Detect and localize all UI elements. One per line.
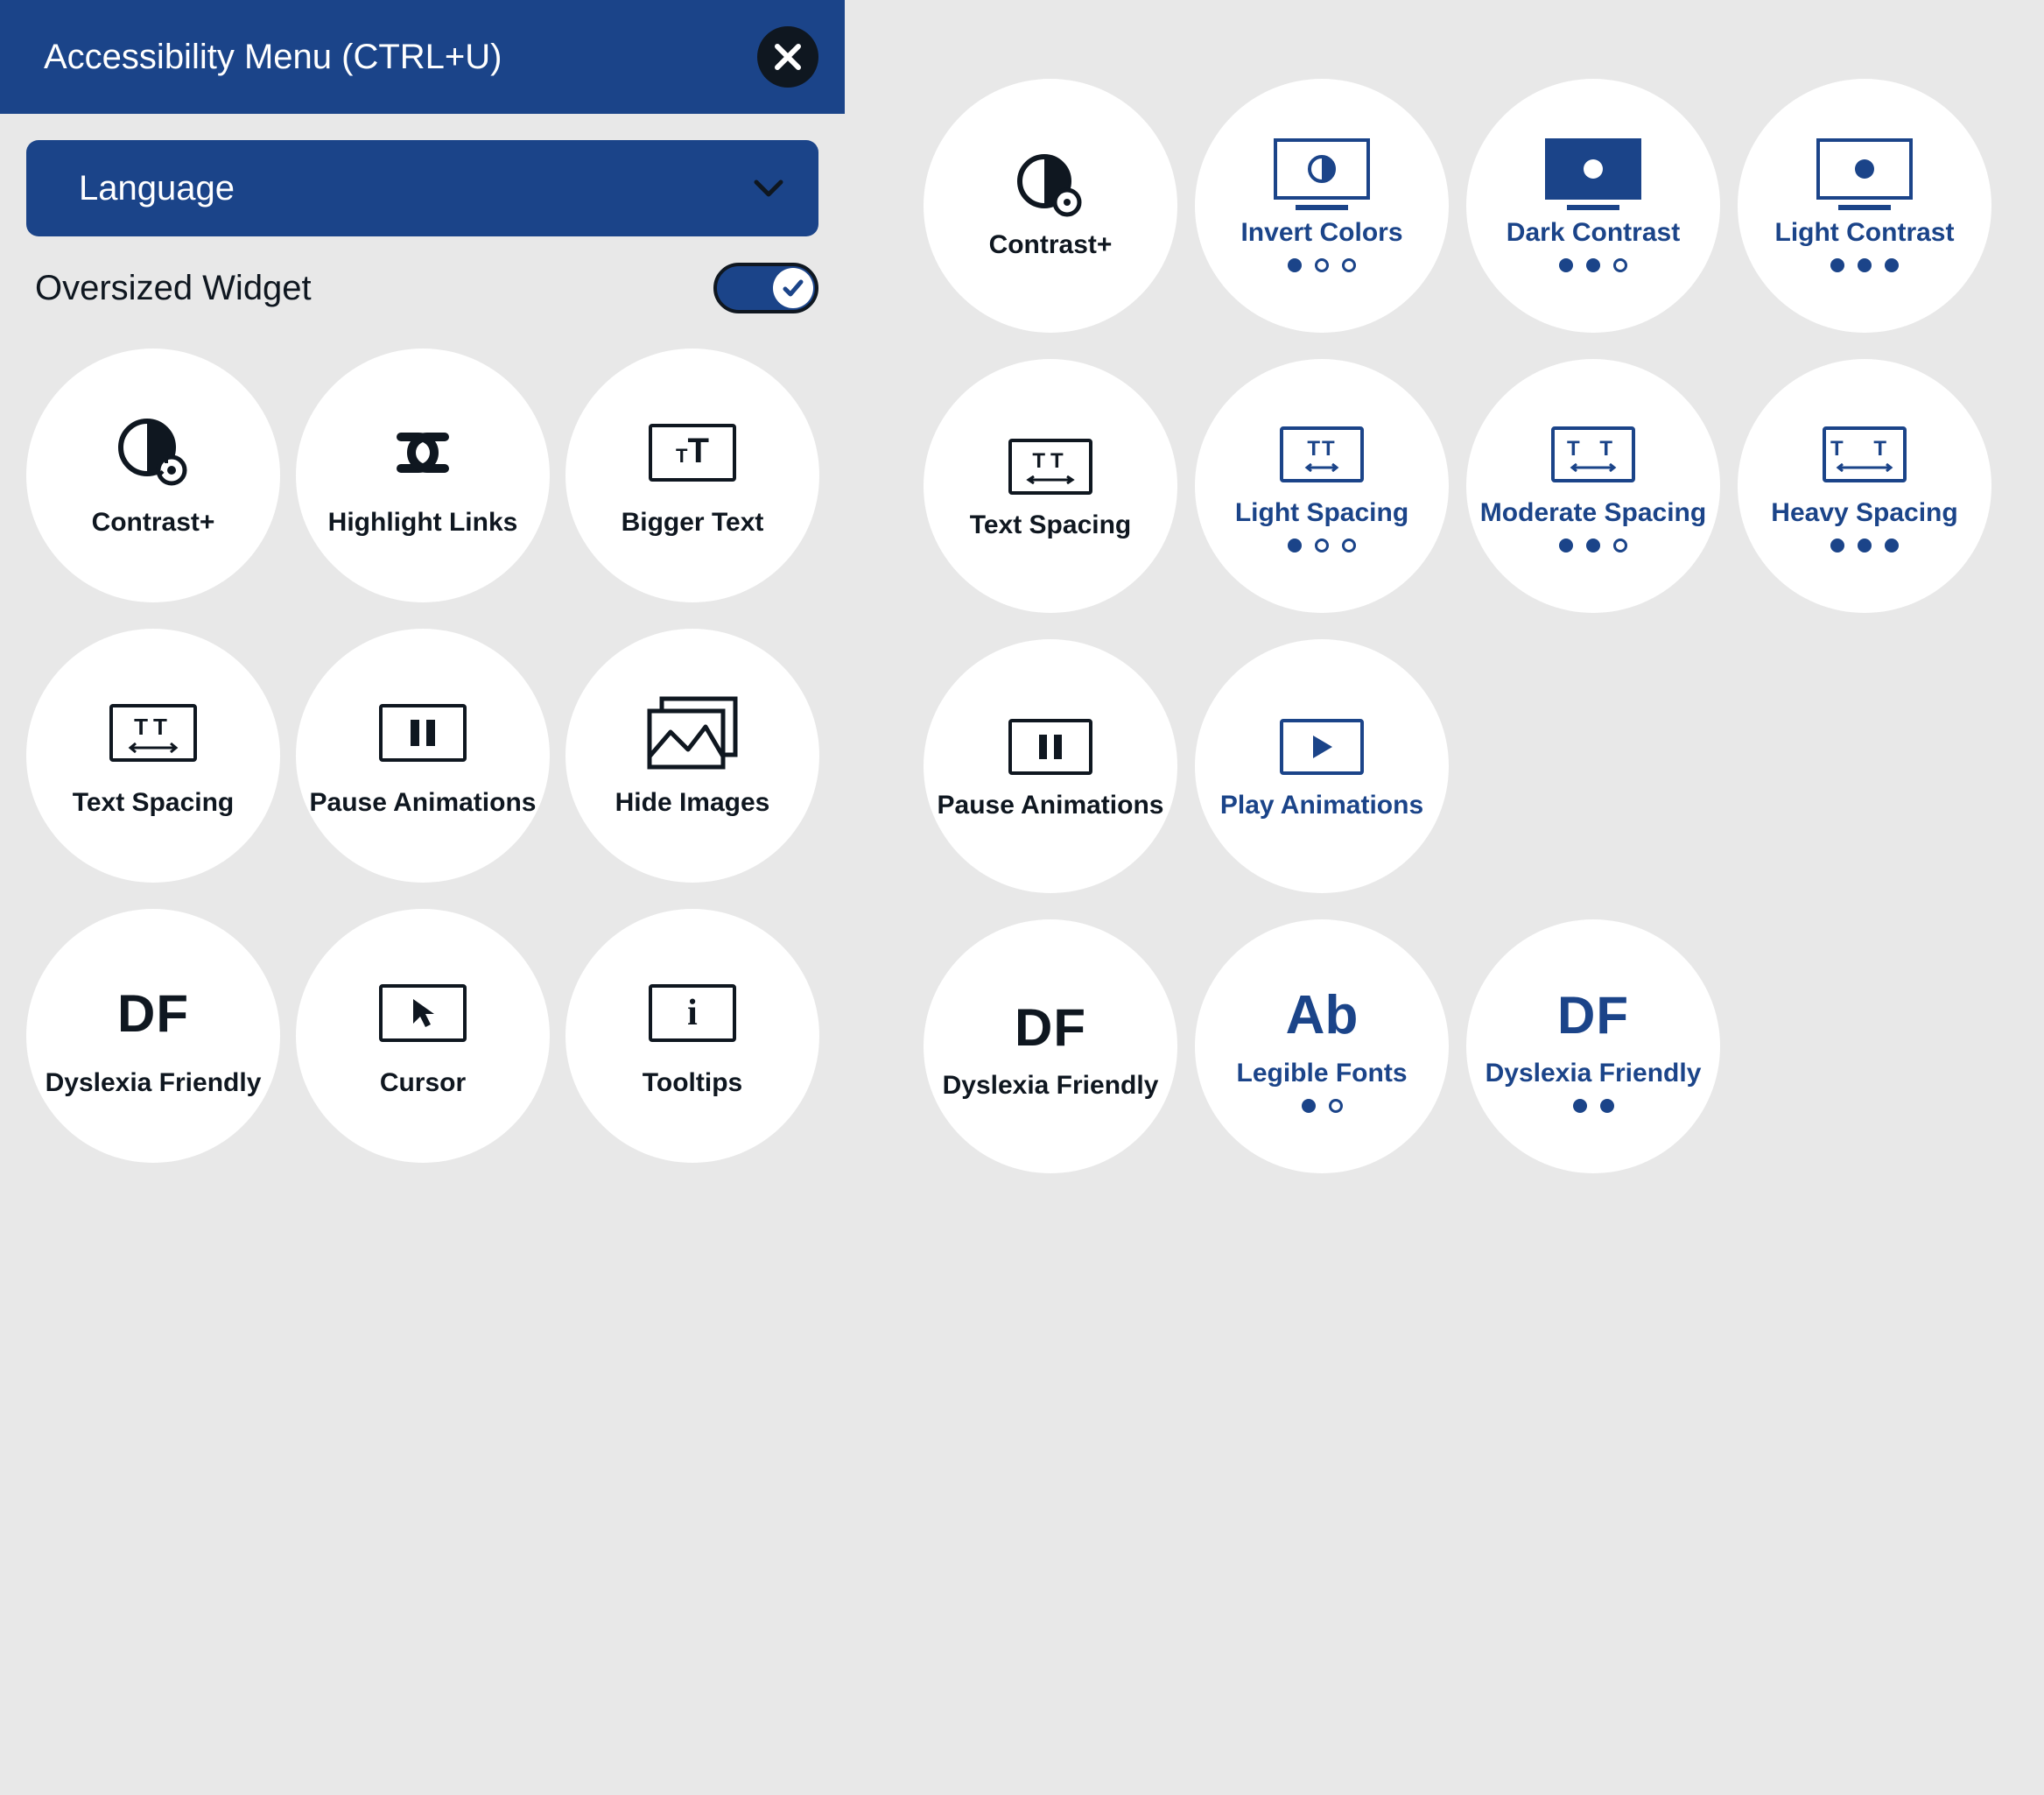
level-dots bbox=[1288, 258, 1356, 272]
option-contrast[interactable]: Contrast+ bbox=[26, 348, 280, 602]
bigger-text-icon: TT bbox=[649, 413, 736, 492]
panel-title: Accessibility Menu (CTRL+U) bbox=[44, 38, 502, 77]
language-dropdown[interactable]: Language bbox=[26, 140, 818, 236]
monitor-light-icon bbox=[1816, 139, 1913, 209]
lead-label: Pause Animations bbox=[938, 791, 1164, 820]
option-label: Light Spacing bbox=[1235, 498, 1408, 528]
option-moderate-spacing[interactable]: T T Moderate Spacing bbox=[1466, 359, 1720, 613]
dyslexia-icon: DF bbox=[117, 974, 189, 1052]
option-bigger-text[interactable]: TT Bigger Text bbox=[565, 348, 819, 602]
check-icon bbox=[781, 276, 805, 300]
animations-row: Pause Animations Play Animations bbox=[924, 639, 2009, 893]
expanded-options-panel: Contrast+ Invert Colors Dark Contrast Li… bbox=[845, 0, 2044, 1224]
dyslexia-icon: DF bbox=[1557, 980, 1629, 1050]
option-pause-animations[interactable]: Pause Animations bbox=[296, 629, 550, 883]
option-play-animations[interactable]: Play Animations bbox=[1195, 639, 1449, 893]
option-label: Heavy Spacing bbox=[1771, 498, 1957, 528]
level-dots bbox=[1302, 1099, 1343, 1113]
level-dots bbox=[1288, 538, 1356, 553]
monitor-invert-icon bbox=[1274, 139, 1370, 209]
monitor-dark-icon bbox=[1545, 139, 1641, 209]
lead-label: Dyslexia Friendly bbox=[943, 1071, 1159, 1101]
legible-fonts-icon: Ab bbox=[1286, 980, 1359, 1050]
option-label: Dark Contrast bbox=[1507, 218, 1680, 248]
option-dark-contrast[interactable]: Dark Contrast bbox=[1466, 79, 1720, 333]
language-row: Language bbox=[0, 114, 845, 236]
dyslexia-icon: DF bbox=[1015, 992, 1086, 1062]
text-spacing-row: TT Text Spacing TT Light Spacing T T bbox=[924, 359, 2009, 613]
option-label: Contrast+ bbox=[92, 508, 215, 538]
lead-pause-animations[interactable]: Pause Animations bbox=[924, 639, 1177, 893]
option-label: Text Spacing bbox=[73, 788, 234, 818]
contrast-row: Contrast+ Invert Colors Dark Contrast Li… bbox=[924, 79, 2009, 333]
option-heavy-spacing[interactable]: T T Heavy Spacing bbox=[1738, 359, 1991, 613]
text-spacing-icon: TT bbox=[109, 693, 197, 772]
close-icon bbox=[772, 41, 804, 73]
option-label: Dyslexia Friendly bbox=[1486, 1059, 1702, 1088]
cursor-icon bbox=[379, 974, 467, 1052]
spacing-heavy-icon: T T bbox=[1823, 419, 1907, 489]
dyslexia-row: DF Dyslexia Friendly Ab Legible Fonts DF… bbox=[924, 919, 2009, 1173]
tooltip-icon: i bbox=[649, 974, 736, 1052]
link-icon bbox=[375, 413, 471, 492]
option-label: Legible Fonts bbox=[1237, 1059, 1408, 1088]
spacing-light-icon: TT bbox=[1280, 419, 1364, 489]
option-label: Invert Colors bbox=[1240, 218, 1402, 248]
level-dots bbox=[1559, 258, 1627, 272]
toggle-knob bbox=[773, 268, 813, 308]
lead-contrast[interactable]: Contrast+ bbox=[924, 79, 1177, 333]
option-label: Hide Images bbox=[615, 788, 770, 818]
close-button[interactable] bbox=[757, 26, 818, 88]
option-tooltips[interactable]: i Tooltips bbox=[565, 909, 819, 1163]
spacing-moderate-icon: T T bbox=[1551, 419, 1635, 489]
option-label: Light Contrast bbox=[1775, 218, 1955, 248]
option-label: Moderate Spacing bbox=[1480, 498, 1706, 528]
chevron-down-icon bbox=[754, 178, 783, 199]
oversized-widget-label: Oversized Widget bbox=[35, 269, 312, 308]
option-light-contrast[interactable]: Light Contrast bbox=[1738, 79, 1991, 333]
image-icon bbox=[644, 693, 741, 772]
panel-header: Accessibility Menu (CTRL+U) bbox=[0, 0, 845, 114]
option-label: Play Animations bbox=[1220, 791, 1423, 820]
lead-label: Text Spacing bbox=[970, 510, 1131, 540]
pause-icon bbox=[1008, 712, 1092, 782]
play-icon bbox=[1280, 712, 1364, 782]
lead-label: Contrast+ bbox=[989, 230, 1113, 260]
lead-text-spacing[interactable]: TT Text Spacing bbox=[924, 359, 1177, 613]
oversized-widget-row: Oversized Widget bbox=[0, 236, 845, 331]
option-legible-fonts[interactable]: Ab Legible Fonts bbox=[1195, 919, 1449, 1173]
option-text-spacing[interactable]: TT Text Spacing bbox=[26, 629, 280, 883]
option-cursor[interactable]: Cursor bbox=[296, 909, 550, 1163]
option-label: Pause Animations bbox=[310, 788, 537, 818]
option-invert-colors[interactable]: Invert Colors bbox=[1195, 79, 1449, 333]
level-dots bbox=[1559, 538, 1627, 553]
oversized-widget-toggle[interactable] bbox=[713, 263, 818, 313]
option-dyslexia-friendly[interactable]: DF Dyslexia Friendly bbox=[26, 909, 280, 1163]
option-hide-images[interactable]: Hide Images bbox=[565, 629, 819, 883]
option-dyslexia-friendly-blue[interactable]: DF Dyslexia Friendly bbox=[1466, 919, 1720, 1173]
option-light-spacing[interactable]: TT Light Spacing bbox=[1195, 359, 1449, 613]
lead-dyslexia-friendly[interactable]: DF Dyslexia Friendly bbox=[924, 919, 1177, 1173]
option-label: Dyslexia Friendly bbox=[46, 1068, 262, 1098]
level-dots bbox=[1830, 538, 1899, 553]
language-label: Language bbox=[79, 169, 235, 208]
contrast-icon bbox=[1011, 151, 1090, 222]
text-spacing-icon: TT bbox=[1008, 432, 1092, 502]
option-label: Highlight Links bbox=[328, 508, 518, 538]
contrast-icon bbox=[114, 413, 193, 492]
option-label: Tooltips bbox=[643, 1068, 742, 1098]
options-grid: Contrast+ Highlight Links TT Bigger Text bbox=[0, 331, 845, 1163]
option-label: Cursor bbox=[380, 1068, 466, 1098]
accessibility-panel: Accessibility Menu (CTRL+U) Language Ove… bbox=[0, 0, 845, 1224]
level-dots bbox=[1830, 258, 1899, 272]
option-label: Bigger Text bbox=[622, 508, 764, 538]
option-highlight-links[interactable]: Highlight Links bbox=[296, 348, 550, 602]
level-dots bbox=[1573, 1099, 1614, 1113]
pause-icon bbox=[379, 693, 467, 772]
